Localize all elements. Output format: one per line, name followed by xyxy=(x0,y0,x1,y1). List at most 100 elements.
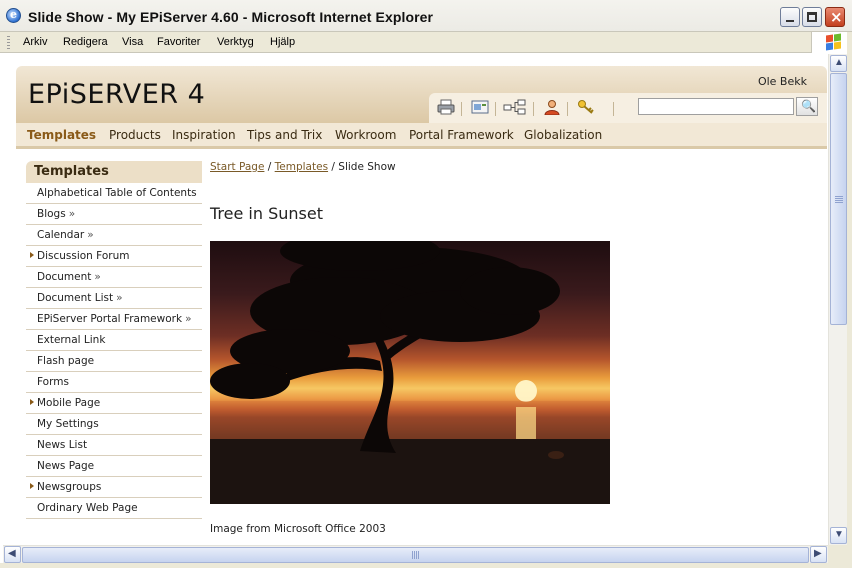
toolbar-divider xyxy=(613,102,614,116)
ie-icon: e xyxy=(6,8,21,23)
printer-icon[interactable] xyxy=(437,99,455,115)
nav-portal-framework[interactable]: Portal Framework xyxy=(409,128,514,142)
menu-hjalp[interactable]: Hjälp xyxy=(270,36,295,48)
vertical-scrollbar[interactable]: ▲ ▼ xyxy=(828,54,847,545)
breadcrumb-current: Slide Show xyxy=(338,161,396,173)
expand-arrow-icon[interactable] xyxy=(30,483,34,489)
toolbar-grip[interactable] xyxy=(7,36,10,49)
left-menu-item[interactable]: Newsgroups xyxy=(26,477,202,498)
scroll-grip-icon xyxy=(412,551,420,559)
left-menu-item-label: Ordinary Web Page xyxy=(37,502,138,514)
sunset-photo xyxy=(210,241,610,504)
toolbar-divider xyxy=(495,102,496,116)
nav-templates[interactable]: Templates xyxy=(27,128,96,142)
menu-favoriter[interactable]: Favoriter xyxy=(157,36,200,48)
left-menu-item[interactable]: Alphabetical Table of Contents xyxy=(26,183,202,204)
left-menu-item-label: Discussion Forum xyxy=(37,250,130,262)
left-menu-item-label: Mobile Page xyxy=(37,397,101,409)
site-toolbar: 🔍 xyxy=(429,93,827,123)
left-menu-item-label: Forms xyxy=(37,376,69,388)
left-menu-item[interactable]: Mobile Page xyxy=(26,393,202,414)
episerver-logo[interactable]: EPiSERVER 4 xyxy=(28,79,205,110)
minimize-button[interactable] xyxy=(780,7,800,27)
page-viewport: EPiSERVER 4 Ole Bekk 🔍 Templates Product… xyxy=(3,54,828,545)
left-menu-item[interactable]: Document List» xyxy=(26,288,202,309)
left-menu-item[interactable]: Blogs» xyxy=(26,204,202,225)
search-button[interactable]: 🔍 xyxy=(796,97,818,116)
maximize-button[interactable] xyxy=(802,7,822,27)
double-chevron-right-icon: » xyxy=(116,292,123,304)
menu-arkiv[interactable]: Arkiv xyxy=(23,36,47,48)
left-menu-item[interactable]: EPiServer Portal Framework» xyxy=(26,309,202,330)
expand-arrow-icon[interactable] xyxy=(30,399,34,405)
left-menu-item-label: Alphabetical Table of Contents xyxy=(37,187,197,199)
menu-verktyg[interactable]: Verktyg xyxy=(217,36,254,48)
scroll-right-button[interactable]: ▶ xyxy=(810,546,827,563)
maximize-icon xyxy=(807,12,817,22)
left-menu-item[interactable]: News List xyxy=(26,435,202,456)
scroll-left-button[interactable]: ◀ xyxy=(4,546,21,563)
left-menu-item-label: Document xyxy=(37,271,92,283)
menu-redigera[interactable]: Redigera xyxy=(63,36,108,48)
user-icon[interactable] xyxy=(543,99,561,115)
scrollbar-corner xyxy=(828,545,847,563)
sitemap-icon[interactable] xyxy=(503,99,527,115)
left-menu-item[interactable]: Document» xyxy=(26,267,202,288)
nav-products[interactable]: Products xyxy=(109,128,161,142)
left-menu: Templates Alphabetical Table of Contents… xyxy=(26,161,202,519)
minimize-icon xyxy=(786,20,794,22)
left-menu-item[interactable]: Ordinary Web Page xyxy=(26,498,202,519)
vertical-scroll-thumb[interactable] xyxy=(830,73,847,325)
user-name: Ole Bekk xyxy=(757,75,807,88)
windows-logo-icon xyxy=(811,32,847,53)
double-chevron-right-icon: » xyxy=(68,208,76,220)
left-menu-item[interactable]: Flash page xyxy=(26,351,202,372)
horizontal-scroll-thumb[interactable] xyxy=(22,547,809,563)
nav-inspiration[interactable]: Inspiration xyxy=(172,128,236,142)
scroll-grip-icon xyxy=(835,196,843,204)
breadcrumb-templates[interactable]: Templates xyxy=(275,161,328,173)
left-menu-item[interactable]: News Page xyxy=(26,456,202,477)
chevron-right-icon: ▶ xyxy=(814,548,822,559)
left-menu-item[interactable]: External Link xyxy=(26,330,202,351)
double-chevron-right-icon: » xyxy=(87,229,94,241)
image-caption: Image from Microsoft Office 2003 xyxy=(210,523,386,535)
nav-globalization[interactable]: Globalization xyxy=(524,128,602,142)
left-menu-item-label: My Settings xyxy=(37,418,99,430)
left-menu-title: Templates xyxy=(26,161,202,183)
left-menu-item-label: External Link xyxy=(37,334,106,346)
window-title: Slide Show - My EPiServer 4.60 - Microso… xyxy=(28,9,434,25)
close-icon: × xyxy=(830,8,843,26)
breadcrumb-separator: / xyxy=(267,161,272,173)
left-menu-item-label: Document List xyxy=(37,292,114,304)
menubar: Arkiv Redigera Visa Favoriter Verktyg Hj… xyxy=(0,32,852,53)
menu-visa[interactable]: Visa xyxy=(122,36,143,48)
close-button[interactable]: × xyxy=(825,7,845,27)
left-menu-item[interactable]: Discussion Forum xyxy=(26,246,202,267)
nav-tips-and-trix[interactable]: Tips and Trix xyxy=(247,128,322,142)
breadcrumb-start-page[interactable]: Start Page xyxy=(210,161,264,173)
double-chevron-right-icon: » xyxy=(94,271,101,283)
toolbar-divider xyxy=(567,102,568,116)
double-chevron-right-icon: » xyxy=(185,313,192,325)
key-icon[interactable] xyxy=(577,99,595,115)
search-icon: 🔍 xyxy=(801,99,816,113)
left-menu-item-label: Flash page xyxy=(37,355,95,367)
breadcrumb: Start Page / Templates / Slide Show xyxy=(210,161,396,173)
left-menu-item-label: News List xyxy=(37,439,88,451)
horizontal-scrollbar[interactable]: ◀ ▶ xyxy=(3,545,828,563)
scroll-up-button[interactable]: ▲ xyxy=(830,55,847,72)
window-frame xyxy=(0,563,852,568)
left-menu-item-label: Calendar xyxy=(37,229,85,241)
nav-workroom[interactable]: Workroom xyxy=(335,128,396,142)
scroll-down-button[interactable]: ▼ xyxy=(830,527,847,544)
expand-arrow-icon[interactable] xyxy=(30,252,34,258)
left-menu-item[interactable]: My Settings xyxy=(26,414,202,435)
left-menu-item[interactable]: Calendar» xyxy=(26,225,202,246)
chevron-up-icon: ▲ xyxy=(834,57,844,68)
toolbar-divider xyxy=(461,102,462,116)
search-input[interactable] xyxy=(638,98,794,115)
left-menu-item[interactable]: Forms xyxy=(26,372,202,393)
email-icon[interactable] xyxy=(471,99,489,115)
left-menu-item-label: Newsgroups xyxy=(37,481,102,493)
